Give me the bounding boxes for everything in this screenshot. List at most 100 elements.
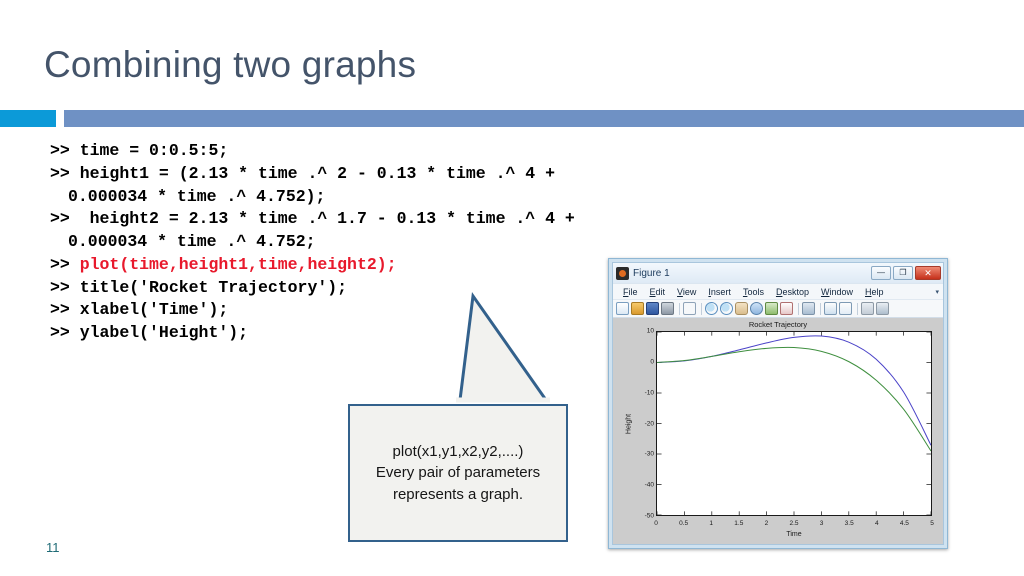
toolbar-separator [679,302,680,315]
figure-plot-canvas[interactable]: Rocket Trajectory Height 10 0 -10 -20 -30 -40… [613,318,943,544]
figure-toolbar [613,299,943,318]
rotate-3d-icon[interactable] [750,302,763,315]
plot-tools-on-icon[interactable] [876,302,889,315]
link-plot-icon[interactable] [802,302,815,315]
page-title: Combining two graphs [44,44,417,85]
open-file-icon[interactable] [631,302,644,315]
code-prompt: >> [50,323,80,343]
y-axis-ticks: 10 0 -10 -20 -30 -40 -50 [631,328,654,520]
figure-menubar: File Edit View Insert Tools Desktop Window Help… [613,283,943,299]
legend-icon[interactable] [839,302,852,315]
callout-line-1: plot(x1,y1,x2,y2,....) [392,443,524,461]
maximize-button[interactable]: ❐ [893,266,913,280]
x-axis-ticks: 0 0.5 1 1.5 2 2.5 3 3.5 4 4.5 5 [654,519,934,529]
menu-item-file[interactable]: File [617,287,644,297]
save-figure-icon[interactable] [646,302,659,315]
code-prompt: >> [50,163,80,183]
matlab-logo-icon [616,266,629,280]
code-line: >> xlabel('Time'); [50,299,650,322]
plot-line-height1 [657,335,931,446]
x-tick-label: 0.5 [679,520,689,527]
code-text: plot(time,height1,time,height2); [79,254,397,274]
zoom-out-icon[interactable] [720,302,733,315]
data-cursor-icon[interactable] [765,302,778,315]
zoom-in-icon[interactable] [705,302,718,315]
close-button[interactable]: ✕ [915,266,941,280]
code-line: >> ylabel('Height'); [50,322,650,345]
code-text: title('Rocket Trajectory'); [79,277,348,297]
code-prompt: >> [50,277,80,297]
code-text: xlabel('Time'); [79,300,229,320]
y-tick-label: 0 [650,358,654,366]
figure-inner: Figure 1 — ❐ ✕ File Edit View Insert Tools De… [612,262,944,545]
x-tick-label: 5 [930,520,934,527]
y-tick-label: -50 [644,512,654,520]
x-tick-label: 2 [764,520,769,527]
figure-title: Figure 1 [633,267,670,279]
code-prompt: >> [50,300,80,320]
code-line: >> title('Rocket Trajectory'); [50,277,650,300]
code-line: 0.000034 * time .^ 4.752; [50,231,650,254]
x-axis-label: Time [786,531,802,538]
code-line: >> height1 = (2.13 * time .^ 2 - 0.13 * … [50,163,650,186]
code-line: >> time = 0:0.5:5; [50,140,650,163]
plot-tools-off-icon[interactable] [861,302,874,315]
x-tick-label: 4 [874,520,879,527]
toolbar-separator [701,302,702,315]
y-tick-label: -40 [644,481,654,489]
x-tick-label: 2.5 [789,520,799,527]
code-line: >> plot(time,height1,time,height2); [50,254,650,277]
callout-line-3: represents a graph. [392,485,524,503]
accent-bar-right [64,110,1024,127]
print-figure-icon[interactable] [661,302,674,315]
toolbar-separator [857,302,858,315]
callout-annotation: plot(x1,y1,x2,y2,....) Every pair of par… [348,291,568,542]
maximize-icon: ❐ [899,268,907,277]
minimize-icon: — [877,268,885,277]
pan-icon[interactable] [735,302,748,315]
brush-icon[interactable] [780,302,793,315]
code-prompt: >> [50,141,80,160]
chevron-down-icon[interactable]: ▾ [935,288,943,296]
toolbar-separator [798,302,799,315]
pointer-icon[interactable] [683,302,696,315]
callout-text: plot(x1,y1,x2,y2,....) Every pair of par… [348,404,568,542]
new-figure-icon[interactable] [616,302,629,315]
plot-title: Rocket Trajectory [748,320,808,329]
code-line: >> height2 = 2.13 * time .^ 1.7 - 0.13 *… [50,208,650,231]
plot-line-height2 [657,346,931,452]
code-text: height2 = 2.13 * time .^ 1.7 - 0.13 * ti… [79,209,575,229]
callout-line-2: Every pair of parameters [375,464,541,482]
menu-item-view[interactable]: View [671,287,702,297]
menu-item-edit[interactable]: Edit [644,287,672,297]
menu-item-tools[interactable]: Tools [737,287,770,297]
x-tick-label: 4.5 [899,520,909,527]
callout-tail-icon [456,291,550,403]
y-tick-label: -20 [644,420,654,427]
code-text: ylabel('Height'); [79,323,249,343]
menu-item-desktop[interactable]: Desktop [770,287,815,297]
toolbar-separator [820,302,821,315]
code-text: time = 0:0.5:5; [79,141,229,160]
x-tick-label: 3 [819,520,824,527]
code-text: 0.000034 * time .^ 4.752; [68,232,316,252]
plot-svg [657,332,931,515]
x-tick-label: 0 [654,520,658,527]
slide-number: 11 [46,540,60,555]
matlab-figure-window[interactable]: Figure 1 — ❐ ✕ File Edit View Insert Tools De… [608,258,948,549]
accent-bar-left [0,110,56,127]
x-tick-label: 3.5 [844,520,854,527]
menu-item-window[interactable]: Window [815,287,859,297]
code-prompt: >> [50,254,80,274]
code-text: 0.000034 * time .^ 4.752); [68,186,326,206]
menu-item-insert[interactable]: Insert [702,287,737,297]
figure-titlebar[interactable]: Figure 1 — ❐ ✕ [613,263,943,283]
x-tick-label: 1 [709,520,713,527]
minimize-button[interactable]: — [871,266,891,280]
code-line: 0.000034 * time .^ 4.752); [50,186,650,209]
close-icon: ✕ [924,267,932,278]
menu-item-help[interactable]: Help [859,287,890,297]
plot-area [656,331,932,516]
colorbar-icon[interactable] [824,302,837,315]
y-tick-label: -10 [644,389,654,397]
